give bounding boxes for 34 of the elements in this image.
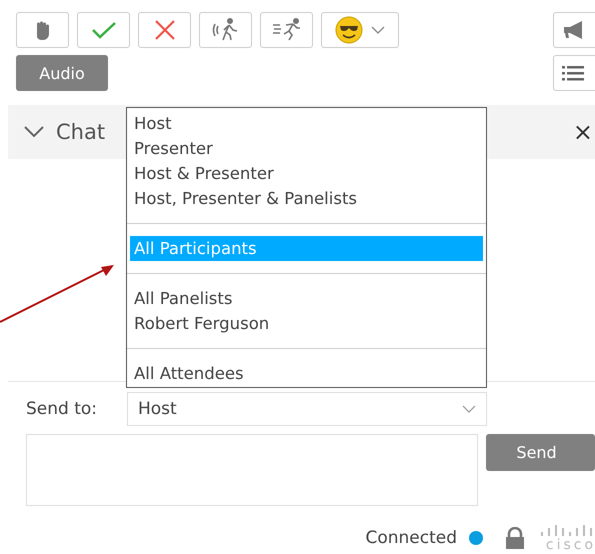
run-button[interactable] xyxy=(260,12,313,48)
megaphone-button[interactable] xyxy=(553,12,595,48)
message-input[interactable] xyxy=(26,434,478,506)
recipient-select[interactable]: Host xyxy=(127,392,487,426)
chat-title: Chat xyxy=(56,120,106,144)
connection-status: Connected xyxy=(365,528,457,548)
send-to-label: Send to: xyxy=(26,399,98,419)
send-button[interactable]: Send xyxy=(486,434,595,471)
cisco-logo: cisco xyxy=(537,524,595,552)
menu-item[interactable]: Presenter xyxy=(130,136,483,161)
walk-button[interactable] xyxy=(199,12,252,48)
caret-icon xyxy=(462,405,476,413)
menu-item[interactable]: Host xyxy=(130,111,483,136)
check-icon xyxy=(90,20,116,40)
smiley-sunglasses-icon xyxy=(335,16,363,44)
close-icon xyxy=(154,19,176,41)
close-button[interactable]: × xyxy=(572,118,593,146)
audio-button[interactable]: Audio xyxy=(16,55,108,91)
status-dot-icon xyxy=(469,531,483,545)
cross-button[interactable] xyxy=(138,12,191,48)
menu-item[interactable]: Host, Presenter & Panelists xyxy=(130,186,483,211)
running-person-icon xyxy=(272,18,302,42)
caret-icon xyxy=(371,26,385,34)
list-menu-button[interactable] xyxy=(553,55,595,91)
lock-icon xyxy=(505,527,525,549)
menu-item[interactable]: All Attendees xyxy=(130,361,483,386)
menu-item[interactable]: All Panelists xyxy=(130,286,483,311)
menu-item[interactable]: Robert Ferguson xyxy=(130,311,483,336)
chevron-down-icon[interactable] xyxy=(24,126,44,138)
list-icon xyxy=(562,65,584,81)
emoji-button[interactable] xyxy=(321,12,399,48)
hand-button[interactable] xyxy=(16,12,69,48)
check-button[interactable] xyxy=(77,12,130,48)
menu-item[interactable]: Host & Presenter xyxy=(130,161,483,186)
